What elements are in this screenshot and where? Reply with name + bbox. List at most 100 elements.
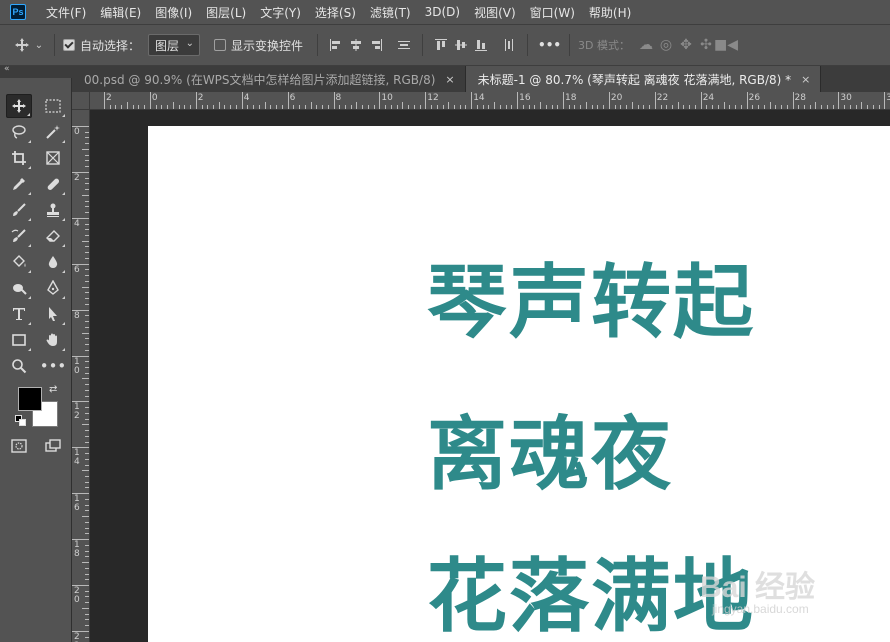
show-transform-controls-checkbox[interactable]: [214, 39, 227, 51]
drag-3d-icon[interactable]: ✥: [676, 35, 696, 55]
clone-stamp-icon[interactable]: [40, 198, 66, 222]
menu-layer[interactable]: 图层(L): [206, 4, 246, 21]
ruler-major-tick: [241, 92, 243, 109]
dodge-tool-icon[interactable]: [6, 276, 32, 300]
align-bottom-edges-icon[interactable]: [471, 35, 491, 55]
ruler-minor-tick: [85, 252, 89, 254]
default-colors-icon[interactable]: [15, 415, 27, 427]
history-brush-icon[interactable]: [6, 224, 32, 248]
rectangle-tool-icon[interactable]: [6, 328, 32, 352]
ruler-minor-tick: [85, 544, 89, 546]
ruler-label: 6: [289, 93, 296, 103]
ruler-minor-tick: [408, 105, 410, 109]
screen-mode-icon[interactable]: [40, 434, 66, 458]
orbit-3d-icon[interactable]: ☁: [636, 35, 656, 55]
menu-select[interactable]: 选择(S): [315, 4, 356, 21]
divider: [317, 34, 319, 56]
close-icon[interactable]: ×: [801, 73, 810, 86]
scale-3d-icon[interactable]: ■◀: [714, 35, 738, 55]
quick-mask-icon[interactable]: [6, 434, 32, 458]
magic-wand-icon[interactable]: [40, 120, 66, 144]
hand-tool-icon[interactable]: [40, 328, 66, 352]
document-tab[interactable]: 00.psd @ 90.9% (在WPS文档中怎样给图片添加超链接, RGB/8…: [72, 66, 466, 92]
ruler-minor-tick: [253, 105, 255, 109]
path-selection-icon[interactable]: [40, 302, 66, 326]
ruler-minor-tick: [85, 395, 89, 397]
eraser-icon[interactable]: [40, 224, 66, 248]
move-tool-icon[interactable]: [12, 35, 32, 55]
swap-colors-icon[interactable]: ⇄: [49, 384, 57, 395]
ruler-minor-tick: [82, 470, 89, 472]
text-layer-line-2[interactable]: 离魂夜: [427, 390, 673, 506]
distribute-horizontal-icon[interactable]: [394, 35, 414, 55]
menu-help[interactable]: 帮助(H): [589, 4, 631, 21]
ruler-major-tick: [379, 92, 381, 109]
tool-preset-chevron-icon[interactable]: ⌄: [32, 35, 46, 55]
align-left-edges-icon[interactable]: [326, 35, 346, 55]
marquee-tool-icon[interactable]: [40, 94, 66, 118]
divider: [54, 34, 55, 56]
ruler-label: 4: [74, 218, 80, 229]
ruler-minor-tick: [85, 441, 89, 443]
paint-bucket-icon[interactable]: [6, 250, 32, 274]
slide-3d-icon[interactable]: ✣: [696, 35, 716, 55]
ruler-minor-tick: [528, 105, 530, 109]
align-top-edges-icon[interactable]: [431, 35, 451, 55]
ruler-label: 2 0: [74, 586, 80, 605]
ruler-minor-tick: [85, 257, 89, 259]
text-layer-line-1[interactable]: 琴声转起: [427, 238, 755, 354]
ruler-minor-tick: [85, 206, 89, 208]
ruler-minor-tick: [85, 573, 89, 575]
ruler-minor-tick: [207, 105, 209, 109]
menu-type[interactable]: 文字(Y): [260, 4, 301, 21]
align-horizontal-centers-icon[interactable]: [346, 35, 366, 55]
eyedropper-icon[interactable]: [6, 172, 32, 196]
frame-tool-icon[interactable]: [40, 146, 66, 170]
watermark-text: Bai 经验: [700, 571, 816, 604]
menu-window[interactable]: 窗口(W): [530, 4, 575, 21]
distribute-vertical-icon[interactable]: [499, 35, 519, 55]
crop-tool-icon[interactable]: [6, 146, 32, 170]
ruler-minor-tick: [82, 286, 89, 288]
document-tab-active[interactable]: 未标题-1 @ 80.7% (琴声转起 离魂夜 花落满地, RGB/8) * ×: [465, 66, 822, 92]
more-tools-icon[interactable]: •••: [40, 354, 67, 378]
foreground-color-swatch[interactable]: [18, 387, 42, 411]
pen-tool-icon[interactable]: [40, 276, 66, 300]
ruler-minor-tick: [459, 105, 461, 109]
more-options-button[interactable]: •••: [538, 38, 561, 52]
type-tool-icon[interactable]: [6, 302, 32, 326]
roll-3d-icon[interactable]: ◎: [656, 35, 676, 55]
menu-3d[interactable]: 3D(D): [425, 5, 460, 19]
menu-image[interactable]: 图像(I): [155, 4, 192, 21]
auto-select-target-dropdown[interactable]: 图层 ⌄: [148, 34, 201, 56]
menu-filter[interactable]: 滤镜(T): [370, 4, 411, 21]
ruler-minor-tick: [85, 235, 89, 236]
ruler-minor-tick: [85, 154, 89, 156]
menu-file[interactable]: 文件(F): [46, 4, 86, 21]
ruler-minor-tick: [85, 510, 89, 512]
move-tool-icon[interactable]: [6, 94, 32, 118]
healing-brush-icon[interactable]: [40, 172, 66, 196]
collapse-arrows-icon[interactable]: «: [4, 64, 10, 74]
blur-tool-icon[interactable]: [40, 250, 66, 274]
close-icon[interactable]: ×: [445, 73, 454, 86]
lasso-tool-icon[interactable]: [6, 120, 32, 144]
align-right-edges-icon[interactable]: [366, 35, 386, 55]
auto-select-checkbox[interactable]: [63, 39, 75, 51]
brush-tool-icon[interactable]: [6, 198, 32, 222]
ruler-minor-tick: [85, 533, 89, 535]
ruler-origin[interactable]: [72, 92, 90, 110]
ruler-minor-tick: [184, 105, 186, 109]
vertical-ruler[interactable]: 0 2 4 6 8 1 0 1 2 1 4 1 6 1 8 2 0 2 2: [72, 110, 90, 642]
ruler-minor-tick: [82, 562, 89, 564]
ruler-minor-tick: [115, 105, 117, 109]
ruler-label: 0: [74, 127, 80, 137]
horizontal-ruler[interactable]: 202468101214161820222426283032: [90, 92, 890, 110]
ruler-minor-tick: [769, 102, 771, 109]
zoom-tool-icon[interactable]: [6, 354, 32, 378]
ruler-label: 6: [74, 264, 80, 275]
ruler-minor-tick: [85, 556, 89, 558]
menu-view[interactable]: 视图(V): [474, 4, 516, 21]
menu-edit[interactable]: 编辑(E): [100, 4, 141, 21]
align-vertical-centers-icon[interactable]: [451, 35, 471, 55]
